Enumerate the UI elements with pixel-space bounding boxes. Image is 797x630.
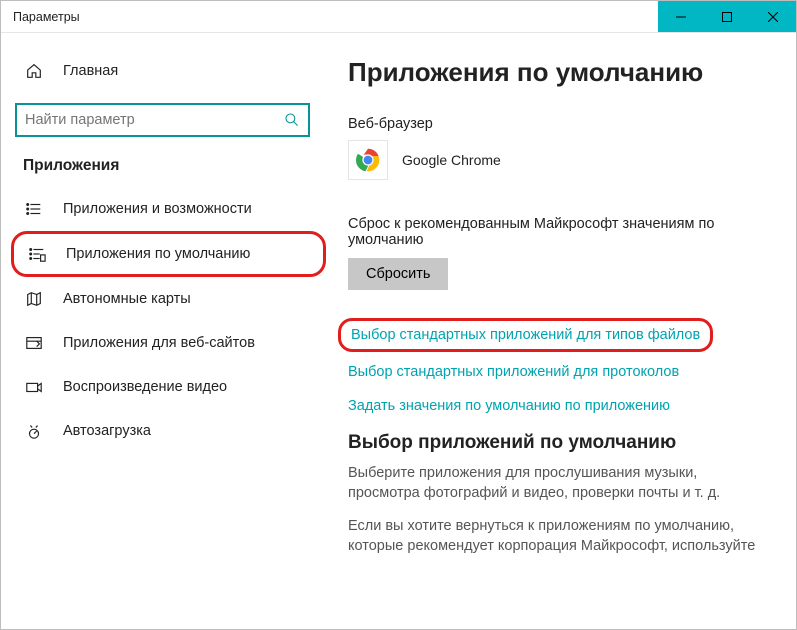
map-icon	[23, 288, 45, 310]
paragraph-2: Если вы хотите вернуться к приложениям п…	[348, 517, 768, 556]
sidebar-item-label: Автономные карты	[63, 291, 191, 307]
list-icon	[23, 198, 45, 220]
sidebar-item-label: Приложения для веб-сайтов	[63, 335, 255, 351]
window-body: Главная Приложения Приложения и возможно…	[1, 33, 796, 629]
sidebar-item-label: Приложения и возможности	[63, 201, 252, 217]
video-icon	[23, 376, 45, 398]
window-buttons	[658, 1, 796, 32]
default-browser-tile[interactable]: Google Chrome	[348, 140, 778, 180]
settings-window: Параметры Главная	[0, 0, 797, 630]
maximize-icon	[722, 12, 732, 22]
window-title: Параметры	[1, 10, 658, 24]
link-by-app[interactable]: Задать значения по умолчанию по приложен…	[348, 398, 778, 414]
titlebar: Параметры	[1, 1, 796, 33]
chrome-icon	[348, 140, 388, 180]
sidebar-item-label: Автозагрузка	[63, 423, 151, 439]
sidebar-item-label: Приложения по умолчанию	[66, 246, 250, 262]
close-button[interactable]	[750, 1, 796, 32]
sidebar-item-video-playback[interactable]: Воспроизведение видео	[1, 365, 336, 409]
reset-description: Сброс к рекомендованным Майкрософт значе…	[348, 216, 778, 248]
paragraph-1: Выберите приложения для прослушивания му…	[348, 464, 768, 503]
home-icon	[23, 60, 45, 82]
sidebar-home-label: Главная	[63, 63, 118, 79]
close-icon	[768, 12, 778, 22]
browser-section-label: Веб-браузер	[348, 116, 778, 132]
search-wrap	[1, 93, 336, 151]
minimize-button[interactable]	[658, 1, 704, 32]
sidebar-item-startup[interactable]: Автозагрузка	[1, 409, 336, 453]
search-icon	[284, 112, 300, 128]
sidebar-item-apps-features[interactable]: Приложения и возможности	[1, 187, 336, 231]
search-input[interactable]	[25, 112, 284, 128]
sidebar-item-websites[interactable]: Приложения для веб-сайтов	[1, 321, 336, 365]
page-heading: Приложения по умолчанию	[348, 57, 778, 88]
content-pane: Приложения по умолчанию Веб-браузер Goog…	[336, 33, 796, 629]
search-box[interactable]	[15, 103, 310, 137]
sidebar-home[interactable]: Главная	[1, 49, 336, 93]
sub-heading: Выбор приложений по умолчанию	[348, 432, 778, 454]
link-filetypes[interactable]: Выбор стандартных приложений для типов ф…	[338, 318, 713, 352]
startup-icon	[23, 420, 45, 442]
sidebar: Главная Приложения Приложения и возможно…	[1, 33, 336, 629]
browser-app-name: Google Chrome	[402, 152, 501, 168]
sidebar-item-label: Воспроизведение видео	[63, 379, 227, 395]
link-protocols[interactable]: Выбор стандартных приложений для протоко…	[348, 364, 778, 380]
highlight-default-apps: Приложения по умолчанию	[11, 231, 326, 277]
websites-icon	[23, 332, 45, 354]
sidebar-item-offline-maps[interactable]: Автономные карты	[1, 277, 336, 321]
sidebar-section-header: Приложения	[1, 151, 336, 187]
default-apps-icon	[26, 243, 48, 265]
sidebar-item-default-apps[interactable]: Приложения по умолчанию	[14, 234, 323, 274]
maximize-button[interactable]	[704, 1, 750, 32]
minimize-icon	[676, 12, 686, 22]
reset-button[interactable]: Сбросить	[348, 258, 448, 290]
